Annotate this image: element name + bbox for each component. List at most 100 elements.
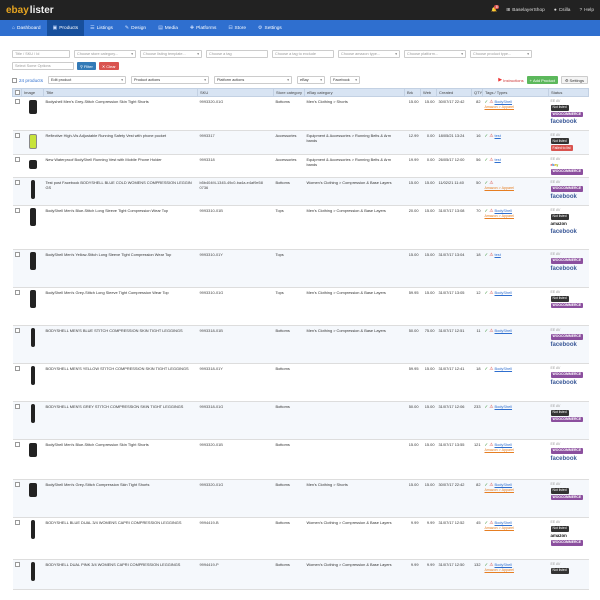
web-price-cell[interactable]: 15.00	[420, 96, 437, 131]
row-select[interactable]	[12, 363, 22, 402]
woocommerce-logo[interactable]: WOOCOMMERCE	[550, 416, 584, 423]
title-sku-input[interactable]: Title / SKU / Id	[12, 50, 70, 58]
woocommerce-logo[interactable]: WOOCOMMERCE	[550, 185, 584, 192]
row-select[interactable]	[12, 249, 22, 288]
user-menu[interactable]: ● Csilla	[554, 8, 571, 13]
web-price-cell[interactable]: 15.00	[420, 439, 437, 480]
amazon-type-link[interactable]: Amazon > Apparel	[485, 214, 547, 219]
nav-tab-design[interactable]: ✎ Design	[119, 20, 152, 36]
row-checkbox[interactable]	[14, 404, 20, 409]
instructions-link[interactable]: ▶ Instructions	[498, 77, 523, 83]
table-row[interactable]: BodyShell Men's Grey-Stitch Compression …	[12, 479, 589, 518]
amazon-type-link[interactable]: Amazon > Apparel	[485, 186, 547, 191]
qty-cell[interactable]: 50	[471, 177, 483, 206]
web-price-cell[interactable]: 15.00	[420, 479, 437, 518]
title-cell[interactable]: BODYSHELL MEN'S YELLOW STITCH COMPRESSIO…	[43, 363, 198, 402]
woocommerce-logo[interactable]: WOOCOMMERCE	[550, 257, 584, 264]
nav-tab-settings[interactable]: ⚙ Settings	[252, 20, 288, 36]
facebook-logo[interactable]: facebook	[551, 118, 577, 127]
bricks-price-cell[interactable]: 15.00	[404, 439, 421, 480]
row-checkbox[interactable]	[14, 442, 20, 447]
nav-tab-store[interactable]: ⊟ Store	[222, 20, 252, 36]
web-price-cell[interactable]: 9.99	[420, 559, 437, 590]
col-sku[interactable]: SKU	[197, 88, 274, 97]
product-image[interactable]	[27, 99, 39, 117]
col-bricks[interactable]: Brk	[404, 88, 421, 97]
col-created[interactable]: Created	[436, 88, 472, 97]
product-actions-select[interactable]: Product actions ▾	[131, 76, 210, 84]
qty-cell[interactable]: 18	[471, 249, 483, 288]
row-select[interactable]	[12, 96, 22, 131]
title-cell[interactable]: Test post Facebook BODYSHELL BLUE COLD W…	[43, 177, 198, 206]
nav-tab-dashboard[interactable]: ⌂ Dashboard	[6, 20, 47, 36]
table-row[interactable]: BODYSHELL MEN'S YELLOW STITCH COMPRESSIO…	[12, 363, 589, 402]
woocommerce-logo[interactable]: WOOCOMMERCE	[550, 168, 584, 175]
tag-link[interactable]: BodyShell	[495, 482, 513, 487]
nav-tab-platforms[interactable]: ✚ Platforms	[184, 20, 222, 36]
web-price-cell[interactable]: 15.00	[420, 401, 437, 440]
row-checkbox[interactable]	[14, 208, 20, 213]
product-image[interactable]	[27, 133, 39, 151]
bricks-price-cell[interactable]: 9.99	[404, 517, 421, 560]
row-checkbox[interactable]	[14, 328, 20, 333]
amazon-logo[interactable]: amazon	[551, 533, 567, 539]
web-price-cell[interactable]: 15.00	[420, 177, 437, 206]
product-image[interactable]	[27, 404, 39, 423]
row-checkbox[interactable]	[14, 520, 20, 525]
tag-link[interactable]: BodyShell	[495, 442, 513, 447]
row-checkbox[interactable]	[14, 290, 20, 295]
title-cell[interactable]: BodyShell Men's Yellow-Stitch Long Sleev…	[43, 249, 198, 288]
facebook-logo[interactable]: facebook	[551, 341, 577, 350]
tag-link[interactable]: BodyShell	[495, 562, 513, 567]
amazon-type-link[interactable]: Amazon > Apparel	[485, 105, 547, 110]
table-row[interactable]: BODYSHELL BLUE DUAL 3/4 WOMENS CAPRI COM…	[12, 517, 589, 560]
product-image[interactable]	[27, 562, 39, 581]
bricks-price-cell[interactable]: 50.00	[404, 401, 421, 440]
row-select[interactable]	[12, 205, 22, 250]
col-qty[interactable]: QTY	[471, 88, 483, 97]
bricks-price-cell[interactable]: 15.00	[404, 177, 421, 206]
tag-link[interactable]: test	[495, 133, 501, 138]
table-row[interactable]: BODYSHELL MEN'S BLUE STITCH COMPRESSION …	[12, 325, 589, 364]
table-row[interactable]: BODYSHELL DUAL PINK 3/4 WOMENS CAPRI COM…	[12, 559, 589, 590]
facebook-platform-select[interactable]: Facebook ▾	[330, 76, 361, 84]
amazon-type-link[interactable]: Amazon > Apparel	[485, 568, 547, 573]
title-cell[interactable]: BodyShell Men's Blue-Stitch Long Sleeve …	[43, 205, 198, 250]
tag-link[interactable]: test	[495, 157, 501, 162]
platform-select[interactable]: Choose platform... ▾	[404, 50, 466, 58]
table-row[interactable]: BodyShell Men's Grey-Stitch Long Sleeve …	[12, 287, 589, 326]
bricks-price-cell[interactable]: 20.00	[404, 205, 421, 250]
platform-actions-select[interactable]: Platform actions ▾	[214, 76, 293, 84]
options-select[interactable]: Select Some Options	[12, 62, 74, 70]
title-cell[interactable]: Bodyshell Men's Grey-Stitch Compression …	[43, 96, 198, 131]
bricks-price-cell[interactable]: 15.00	[404, 479, 421, 518]
facebook-logo[interactable]: facebook	[551, 193, 577, 202]
store-category-select[interactable]: Choose store category... ▾	[74, 50, 136, 58]
qty-cell[interactable]: 233	[471, 401, 483, 440]
title-cell[interactable]: Reflective High-Vis Adjustable Running S…	[43, 130, 198, 155]
select-all[interactable]: 24 products	[12, 77, 43, 83]
row-select[interactable]	[12, 479, 22, 518]
row-select[interactable]	[12, 177, 22, 206]
row-checkbox[interactable]	[14, 562, 20, 567]
facebook-logo[interactable]: facebook	[551, 379, 577, 388]
row-checkbox[interactable]	[14, 180, 20, 185]
ebay-logo[interactable]: ebay	[551, 163, 559, 168]
qty-cell[interactable]: 82	[471, 479, 483, 518]
table-row[interactable]: BODYSHELL MEN'S GREY STITCH COMPRESSION …	[12, 401, 589, 440]
bricks-price-cell[interactable]: 19.99	[404, 154, 421, 179]
qty-cell[interactable]: 11	[471, 325, 483, 364]
title-cell[interactable]: New Waterproof BodyShell Running Vest wi…	[43, 154, 198, 179]
col-store-category[interactable]: Store category	[273, 88, 305, 97]
clear-button[interactable]: ✕ Clear	[98, 62, 119, 70]
facebook-logo[interactable]: facebook	[551, 228, 577, 237]
woocommerce-logo[interactable]: WOOCOMMERCE	[550, 494, 584, 501]
shop-selector[interactable]: ⊞ BaselayerShop	[506, 8, 545, 13]
nav-tab-listings[interactable]: ☰ Listings	[84, 20, 119, 36]
table-row[interactable]: Bodyshell Men's Grey-Stitch Compression …	[12, 96, 589, 131]
qty-cell[interactable]: 70	[471, 205, 483, 250]
woocommerce-logo[interactable]: WOOCOMMERCE	[550, 111, 584, 118]
row-select[interactable]	[12, 287, 22, 326]
qty-cell[interactable]: 121	[471, 439, 483, 480]
title-cell[interactable]: BodyShell Men's Blue-Stitch Compression …	[43, 439, 198, 480]
